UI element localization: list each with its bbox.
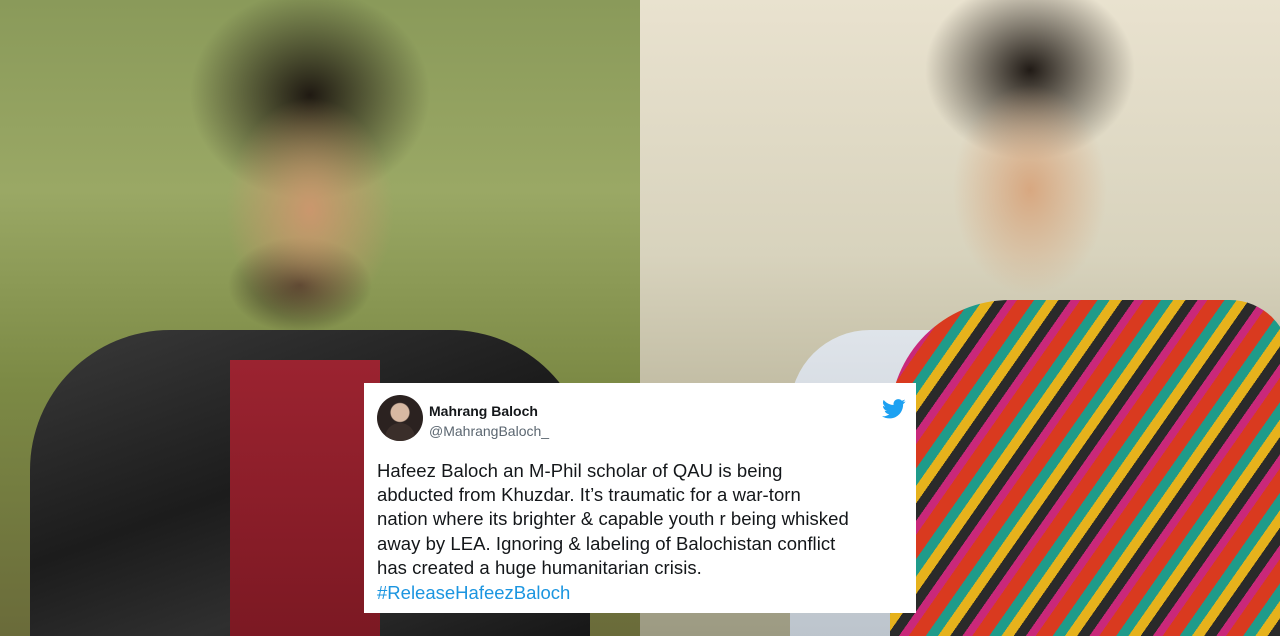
patterned-shawl bbox=[890, 300, 1280, 636]
tweet-card: Mahrang Baloch @MahrangBaloch_ Hafeez Ba… bbox=[364, 383, 916, 613]
tweet-text-line: abducted from Khuzdar. It’s traumatic fo… bbox=[377, 484, 801, 506]
hashtag-link[interactable]: #ReleaseHafeezBaloch bbox=[377, 582, 570, 604]
tweet-text-line: nation where its brighter & capable yout… bbox=[377, 508, 849, 530]
user-handle[interactable]: @MahrangBaloch_ bbox=[429, 423, 549, 439]
tweet-text-line: Hafeez Baloch an M-Phil scholar of QAU i… bbox=[377, 460, 783, 481]
avatar[interactable] bbox=[377, 395, 423, 441]
tweet-text-line: has created a huge humanitarian crisis. bbox=[377, 556, 702, 578]
tweet-text: Hafeez Baloch an M-Phil scholar of QAU i… bbox=[377, 459, 912, 580]
tweet-text-line: away by LEA. Ignoring & labeling of Balo… bbox=[377, 532, 836, 554]
red-shirt bbox=[230, 360, 380, 636]
twitter-bird-icon bbox=[882, 399, 906, 419]
display-name[interactable]: Mahrang Baloch bbox=[429, 403, 538, 419]
